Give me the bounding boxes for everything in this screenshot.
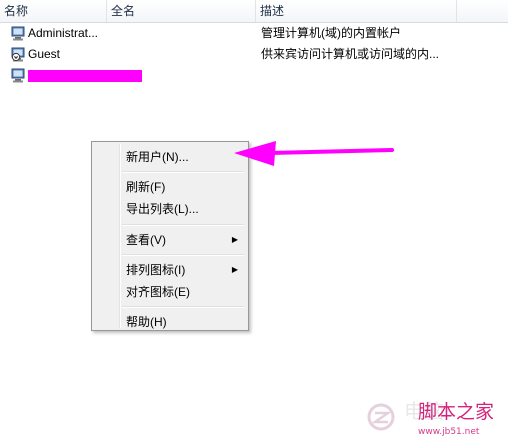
column-header-name[interactable]: 名称 — [0, 0, 107, 22]
column-header-description[interactable]: 描述 — [256, 0, 457, 22]
menu-item-help[interactable]: 帮助(H) — [94, 312, 246, 332]
menu-item-label: 新用户(N)... — [126, 150, 189, 164]
menu-item-label: 帮助(H) — [126, 315, 167, 329]
menu-separator — [122, 306, 244, 308]
menu-item-line-up-icons[interactable]: 对齐图标(E) — [94, 282, 246, 302]
submenu-arrow-icon: ▶ — [231, 235, 238, 244]
menu-item-export-list[interactable]: 导出列表(L)... — [94, 199, 246, 219]
menu-item-view[interactable]: 查看(V) ▶ — [94, 230, 246, 250]
menu-separator — [122, 171, 244, 173]
menu-separator — [122, 254, 244, 256]
user-icon — [11, 26, 25, 41]
menu-item-label: 导出列表(L)... — [126, 202, 199, 216]
user-description: 管理计算机(域)的内置帐户 — [261, 26, 401, 40]
menu-item-label: 查看(V) — [126, 233, 166, 247]
user-name: Administrat... — [28, 26, 99, 40]
menu-item-label: 对齐图标(E) — [126, 285, 190, 299]
user-disabled-icon — [11, 47, 25, 62]
list-item[interactable]: Guest 供来宾访问计算机或访问域的内... — [0, 44, 508, 65]
menu-item-arrange-icons[interactable]: 排列图标(I) ▶ — [94, 260, 246, 280]
redacted-user-name — [28, 70, 142, 82]
menu-item-refresh[interactable]: 刷新(F) — [94, 177, 246, 197]
list-item[interactable] — [0, 65, 508, 86]
submenu-arrow-icon: ▶ — [231, 265, 238, 274]
watermark-site-name: 脚本之家 — [418, 401, 495, 423]
menu-item-label: 刷新(F) — [126, 180, 166, 194]
context-menu: 新用户(N)... 刷新(F) 导出列表(L)... 查看(V) ▶ 排列图标(… — [91, 141, 249, 331]
menu-item-new-user[interactable]: 新用户(N)... — [94, 147, 246, 167]
list-item[interactable]: Administrat... 管理计算机(域)的内置帐户 — [0, 23, 508, 44]
user-name: Guest — [28, 47, 61, 61]
menu-separator — [122, 224, 244, 226]
user-icon — [11, 68, 25, 83]
column-header-fullname[interactable]: 全名 — [107, 0, 256, 22]
column-header-empty — [457, 0, 508, 22]
watermark-logo-icon — [367, 403, 395, 431]
menu-item-label: 排列图标(I) — [126, 263, 186, 277]
watermark-site-url: www.jb51.net — [418, 427, 480, 437]
annotation-arrow-icon — [234, 141, 394, 166]
list-column-header: 名称 全名 描述 — [0, 0, 508, 23]
user-description: 供来宾访问计算机或访问域的内... — [261, 47, 440, 61]
